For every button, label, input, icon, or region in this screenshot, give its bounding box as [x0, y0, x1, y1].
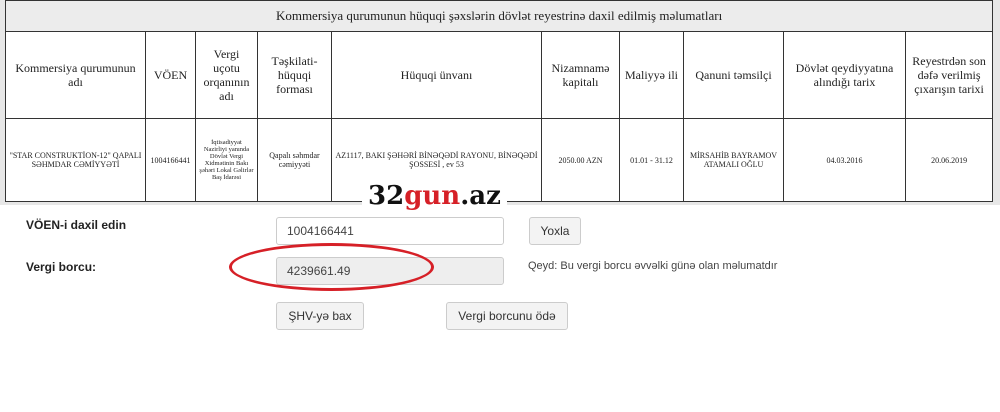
header-charter-capital: Nizamnamə kapitalı	[541, 31, 620, 119]
registry-table: Kommersiya qurumunun hüquqi şəxslərin dö…	[4, 0, 994, 202]
registry-title: Kommersiya qurumunun hüquqi şəxslərin dö…	[4, 0, 994, 32]
site-watermark-logo: 32gun.az	[362, 180, 507, 212]
header-tax-office: Vergi uçotu orqanının adı	[195, 31, 258, 119]
header-legal-representative: Qanuni təmsilçi	[683, 31, 784, 119]
cell-charter-capital: 2050.00 AZN	[541, 118, 620, 202]
voen-input[interactable]	[276, 217, 504, 245]
voen-label: VÖEN-i daxil edin	[26, 218, 127, 232]
cell-company-name: "STAR CONSTRUKTİON-12" QAPALI SƏHMDAR CƏ…	[5, 118, 146, 202]
cell-registration-date: 04.03.2016	[783, 118, 906, 202]
header-voen: VÖEN	[145, 31, 196, 119]
cell-tax-office: İqtisadiyyat Nazirliyi yanında Dövlət Ve…	[195, 118, 258, 202]
cell-legal-representative: MİRSAHİB BAYRAMOV ATAMALI OĞLU	[683, 118, 784, 202]
header-legal-address: Hüquqi ünvanı	[331, 31, 542, 119]
check-button[interactable]: Yoxla	[529, 217, 581, 245]
table-header-row: Kommersiya qurumunun adı VÖEN Vergi uçot…	[5, 31, 994, 119]
cell-legal-form: Qapalı səhmdar cəmiyyəti	[257, 118, 332, 202]
header-legal-form: Təşkilati-hüquqi forması	[257, 31, 332, 119]
debt-label: Vergi borcu:	[26, 260, 97, 274]
header-extract-date: Reyestrdən son dəfə verilmiş çıxarışın t…	[904, 31, 994, 119]
header-registration-date: Dövlət qeydiyyatına alındığı tarix	[783, 31, 906, 119]
header-company-name: Kommersiya qurumunun adı	[5, 31, 146, 119]
view-shv-button[interactable]: ŞHV-yə bax	[276, 302, 364, 330]
pay-debt-button[interactable]: Vergi borcunu ödə	[446, 302, 568, 330]
cell-extract-date: 20.06.2019	[904, 118, 994, 202]
cell-voen: 1004166441	[145, 118, 196, 202]
header-fiscal-year: Maliyyə ili	[619, 31, 684, 119]
debt-field	[276, 257, 504, 285]
debt-note: Qeyd: Bu vergi borcu əvvəlki günə olan m…	[528, 260, 778, 272]
cell-fiscal-year: 01.01 - 31.12	[619, 118, 684, 202]
